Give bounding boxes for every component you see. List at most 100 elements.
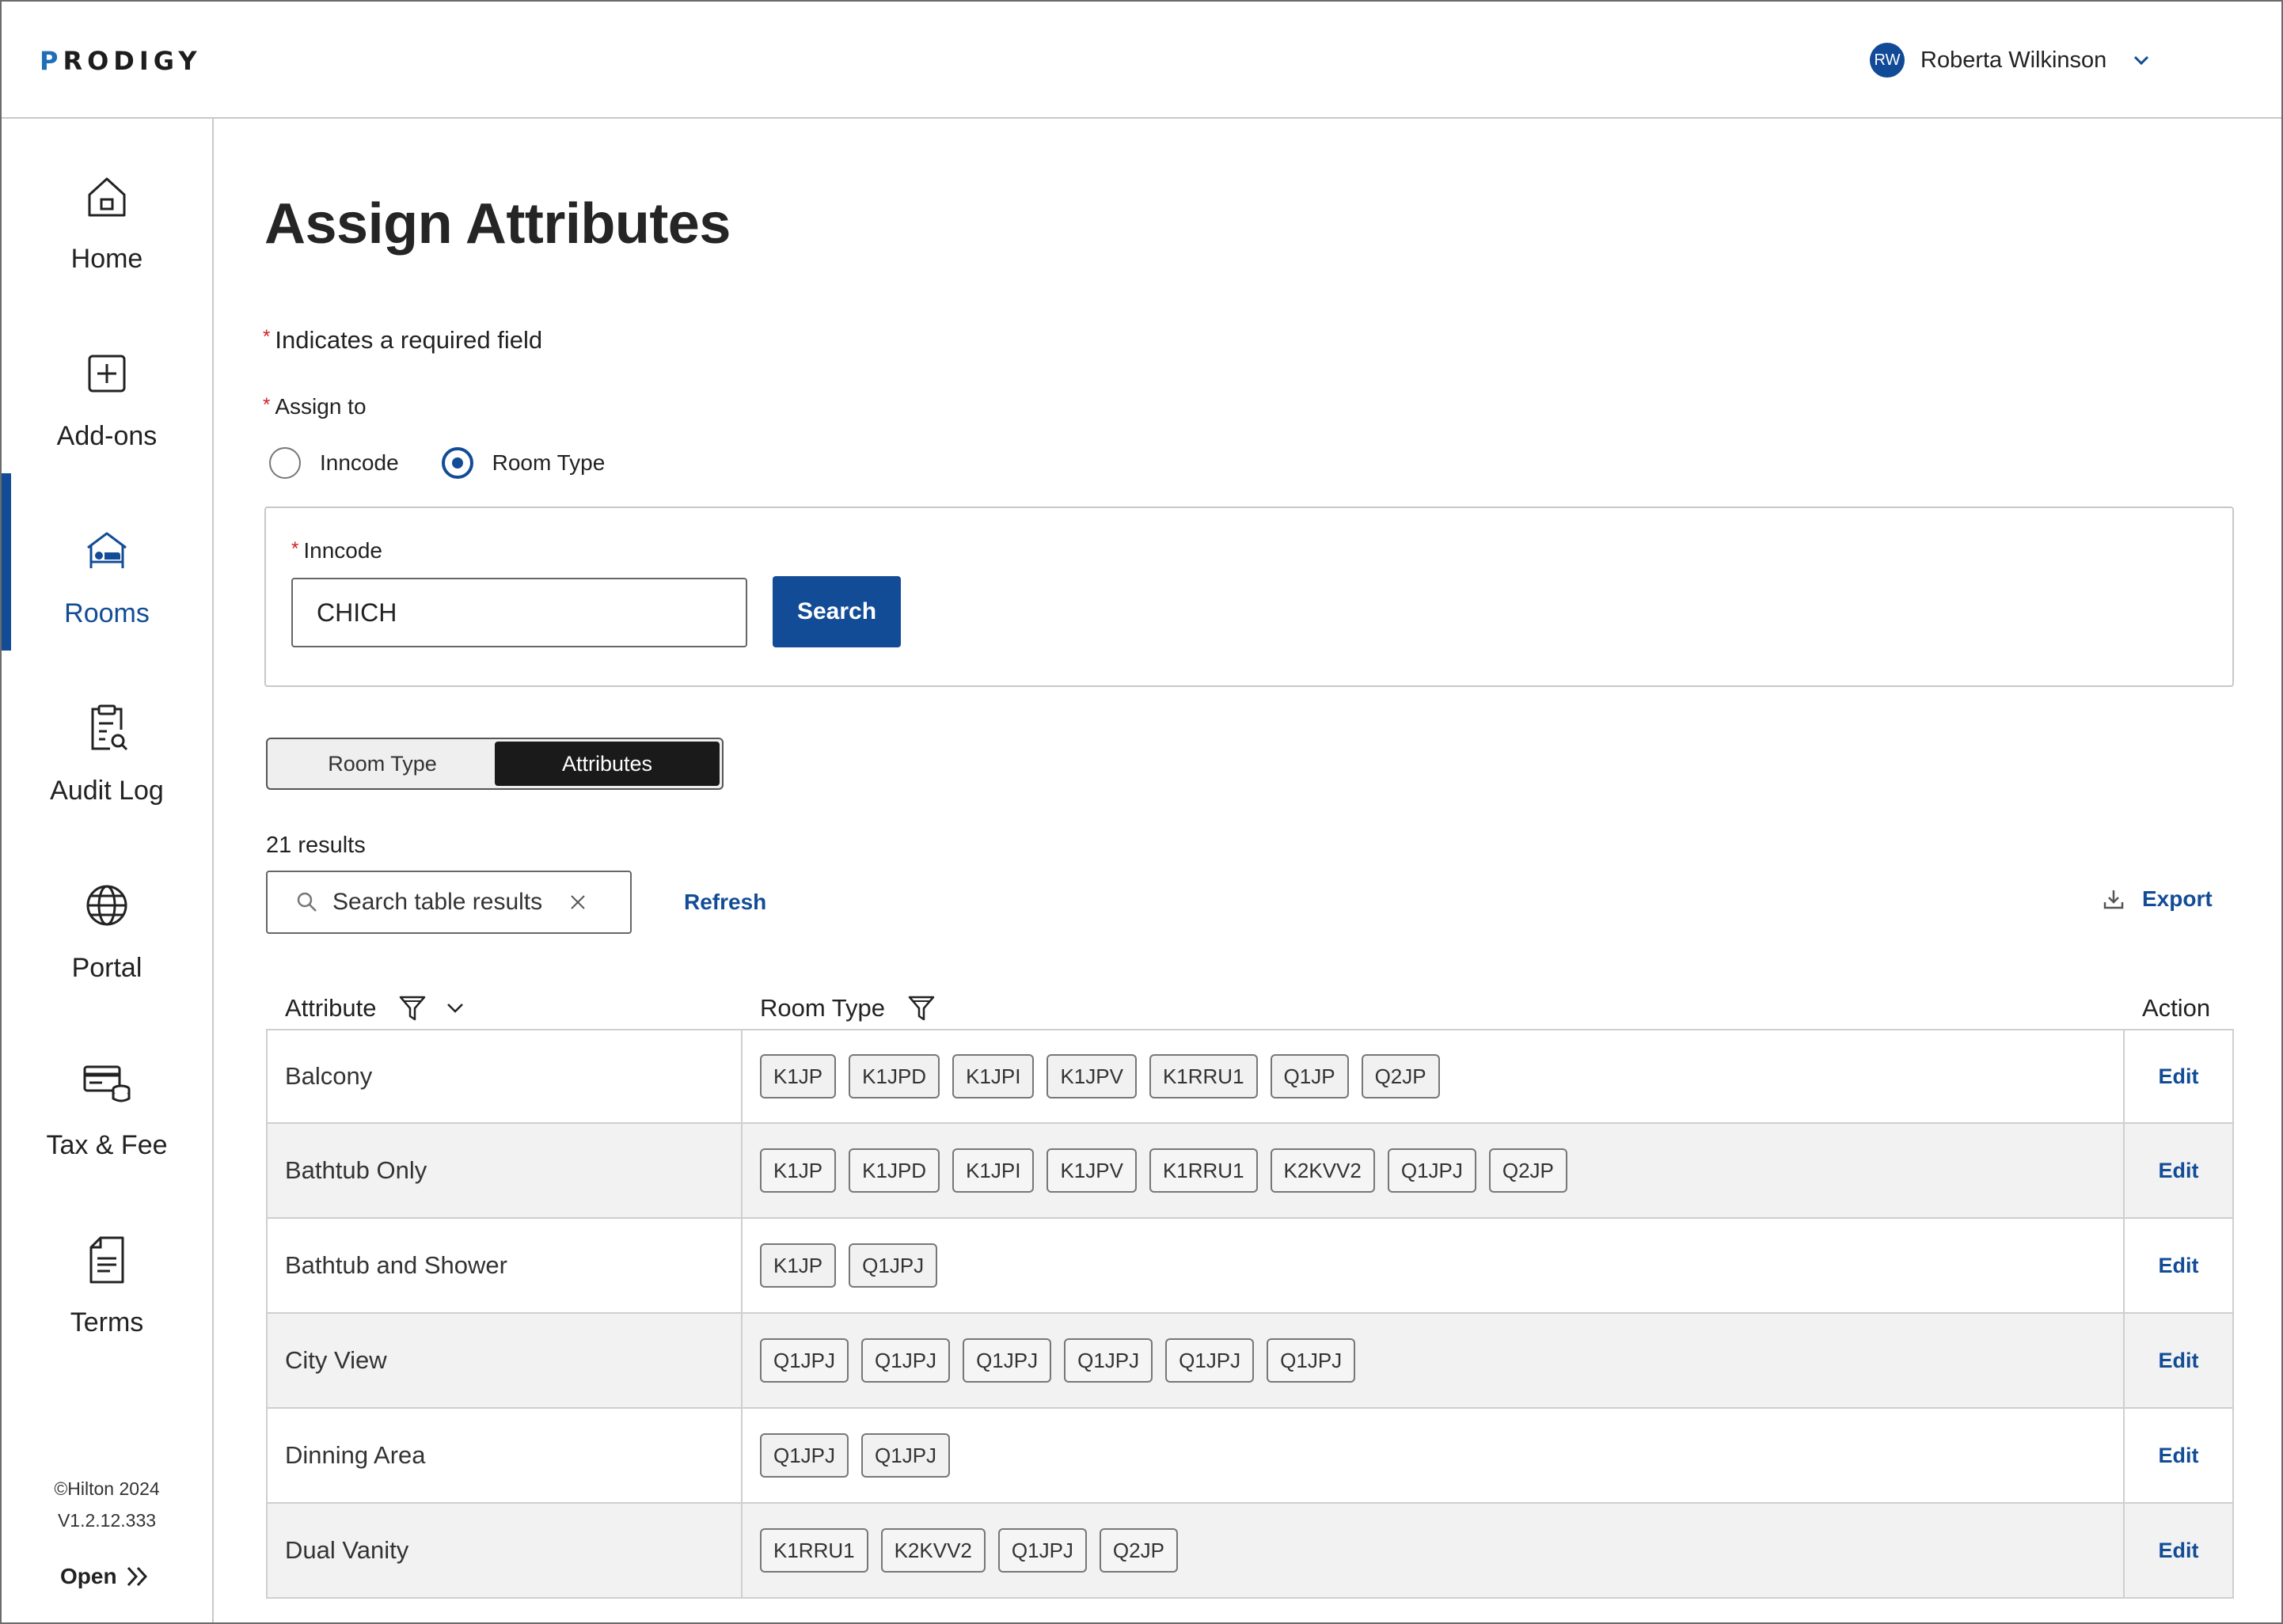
sidebar-item-label: Home bbox=[70, 244, 143, 274]
sidebar-item-terms[interactable]: Terms bbox=[2, 1182, 212, 1360]
sidebar-item-home[interactable]: Home bbox=[2, 119, 212, 296]
required-field-note: * Indicates a required field bbox=[263, 326, 542, 355]
table-search-box bbox=[266, 871, 632, 934]
search-button[interactable]: Search bbox=[773, 576, 901, 647]
room-type-chip: Q1JPJ bbox=[963, 1338, 1052, 1383]
chevron-down-icon[interactable] bbox=[2130, 49, 2152, 71]
logo-text: RODIGY bbox=[63, 46, 202, 76]
open-sidebar-button[interactable]: Open bbox=[60, 1564, 152, 1589]
radio-circle[interactable] bbox=[269, 447, 301, 479]
sidebar-item-rooms[interactable]: Rooms bbox=[2, 473, 212, 651]
edit-link[interactable]: Edit bbox=[2125, 1504, 2232, 1597]
table-body: Balcony K1JP K1JPD K1JPI K1JPV K1RRU1 Q1JP Q2JP… bbox=[266, 1029, 2234, 1599]
room-type-chip: K1RRU1 bbox=[1149, 1054, 1258, 1098]
room-type-cell: K1JP K1JPD K1JPI K1JPV K1RRU1 K2KVV2 Q1JPJ Q2JP bbox=[743, 1124, 2125, 1217]
room-type-chip: K2KVV2 bbox=[1270, 1148, 1375, 1193]
room-type-chip: K1RRU1 bbox=[1149, 1148, 1258, 1193]
sidebar-item-portal[interactable]: Portal bbox=[2, 828, 212, 1005]
radio-inncode[interactable]: Inncode bbox=[269, 447, 399, 479]
user-menu[interactable]: RW Roberta Wilkinson bbox=[1870, 43, 2152, 78]
edit-link[interactable]: Edit bbox=[2125, 1314, 2232, 1407]
table-row: Bathtub Only K1JP K1JPD K1JPI K1JPV K1RRU1 K2K… bbox=[266, 1124, 2234, 1219]
room-type-chip: K1JPI bbox=[952, 1148, 1035, 1193]
results-count: 21 results bbox=[266, 833, 366, 858]
radio-circle[interactable] bbox=[441, 447, 473, 479]
room-type-chip: K2KVV2 bbox=[880, 1528, 986, 1573]
radio-label: Inncode bbox=[320, 450, 399, 475]
room-type-chip: Q1JPJ bbox=[861, 1338, 951, 1383]
inncode-search-panel: *Inncode Search bbox=[264, 507, 2234, 687]
sidebar-item-label: Terms bbox=[70, 1307, 144, 1338]
copyright-text: ©Hilton 2024 bbox=[54, 1478, 160, 1499]
edit-link[interactable]: Edit bbox=[2125, 1219, 2232, 1312]
table-row: Balcony K1JP K1JPD K1JPI K1JPV K1RRU1 Q1JP Q2JP… bbox=[266, 1029, 2234, 1124]
tab-room-type[interactable]: Room Type bbox=[270, 742, 495, 786]
export-label: Export bbox=[2142, 886, 2213, 911]
radio-label: Room Type bbox=[492, 450, 606, 475]
sidebar-item-audit-log[interactable]: Audit Log bbox=[2, 651, 212, 828]
plus-square-icon bbox=[82, 348, 132, 399]
inncode-input[interactable] bbox=[291, 578, 747, 647]
card-coins-icon bbox=[82, 1057, 132, 1108]
inncode-label-text: Inncode bbox=[303, 538, 382, 563]
open-label: Open bbox=[60, 1564, 117, 1588]
sidebar-item-label: Add-ons bbox=[56, 421, 158, 451]
assign-to-radio-group: Inncode Room Type bbox=[269, 445, 648, 481]
room-type-chip: Q2JP bbox=[1361, 1054, 1440, 1098]
attribute-cell: Bathtub and Shower bbox=[268, 1219, 743, 1312]
room-type-chip: K1JP bbox=[760, 1054, 837, 1098]
app-window: P RODIGY RW Roberta Wilkinson Home Add-on… bbox=[0, 0, 2283, 1624]
required-note-text: Indicates a required field bbox=[275, 326, 543, 354]
edit-link[interactable]: Edit bbox=[2125, 1409, 2232, 1502]
globe-icon bbox=[82, 880, 132, 931]
export-button[interactable]: Export bbox=[2103, 886, 2213, 912]
sidebar-nav: Home Add-ons Rooms Audit Log Portal Tax … bbox=[2, 119, 214, 1622]
table-row: Dual Vanity K1RRU1 K2KVV2 Q1JPJ Q2JP Edit bbox=[266, 1504, 2234, 1599]
room-type-chip: K1JPD bbox=[849, 1148, 940, 1193]
sidebar-item-add-ons[interactable]: Add-ons bbox=[2, 296, 212, 473]
sidebar-item-label: Audit Log bbox=[50, 776, 164, 806]
room-type-chip: Q2JP bbox=[1488, 1148, 1567, 1193]
chevron-down-icon[interactable] bbox=[439, 992, 471, 1024]
radio-room-type[interactable]: Room Type bbox=[441, 447, 606, 479]
refresh-link[interactable]: Refresh bbox=[684, 890, 766, 915]
room-type-cell: K1RRU1 K2KVV2 Q1JPJ Q2JP bbox=[743, 1504, 2125, 1597]
sidebar-item-label: Rooms bbox=[64, 598, 150, 628]
document-icon bbox=[82, 1235, 132, 1285]
search-icon bbox=[296, 891, 318, 913]
room-type-chip: K1JPI bbox=[952, 1054, 1035, 1098]
inncode-label: * Inncode bbox=[291, 538, 382, 563]
room-type-chip: Q2JP bbox=[1099, 1528, 1178, 1573]
clipboard-search-icon bbox=[82, 703, 132, 753]
room-type-chip: K1JPV bbox=[1047, 1148, 1137, 1193]
page-title: Assign Attributes bbox=[264, 192, 731, 256]
room-type-chip: Q1JPJ bbox=[1387, 1148, 1476, 1193]
room-type-chip: Q1JPJ bbox=[1064, 1338, 1153, 1383]
tab-attributes[interactable]: Attributes bbox=[495, 742, 720, 786]
room-type-chip: Q1JPJ bbox=[760, 1338, 849, 1383]
sidebar-item-tax-fee[interactable]: Tax & Fee bbox=[2, 1005, 212, 1182]
table-row: Bathtub and Shower K1JP Q1JPJ Edit bbox=[266, 1219, 2234, 1314]
room-type-chip: Q1JPJ bbox=[861, 1433, 951, 1478]
room-type-chip: K1RRU1 bbox=[760, 1528, 868, 1573]
room-type-cell: Q1JPJ Q1JPJ Q1JPJ Q1JPJ Q1JPJ Q1JPJ bbox=[743, 1314, 2125, 1407]
room-type-chip: Q1JPJ bbox=[849, 1243, 938, 1288]
filter-icon[interactable] bbox=[397, 992, 428, 1024]
room-type-chip: Q1JPJ bbox=[760, 1433, 849, 1478]
top-header: P RODIGY RW Roberta Wilkinson bbox=[2, 2, 2281, 119]
table-row: Dinning Area Q1JPJ Q1JPJ Edit bbox=[266, 1409, 2234, 1504]
double-chevron-right-icon bbox=[125, 1565, 152, 1588]
edit-link[interactable]: Edit bbox=[2125, 1030, 2232, 1122]
filter-icon[interactable] bbox=[906, 992, 937, 1024]
room-type-chip: Q1JP bbox=[1270, 1054, 1349, 1098]
prodigy-logo[interactable]: P RODIGY bbox=[40, 46, 202, 76]
table-search-input[interactable] bbox=[332, 889, 562, 916]
avatar: RW bbox=[1870, 43, 1905, 78]
version-text: V1.2.12.333 bbox=[57, 1510, 157, 1531]
edit-link[interactable]: Edit bbox=[2125, 1124, 2232, 1217]
room-type-chip: K1JPD bbox=[849, 1054, 940, 1098]
clear-icon[interactable] bbox=[567, 891, 589, 913]
room-type-cell: K1JP K1JPD K1JPI K1JPV K1RRU1 Q1JP Q2JP bbox=[743, 1030, 2125, 1122]
room-type-chip: Q1JPJ bbox=[1267, 1338, 1356, 1383]
required-asterisk: * bbox=[263, 394, 271, 415]
